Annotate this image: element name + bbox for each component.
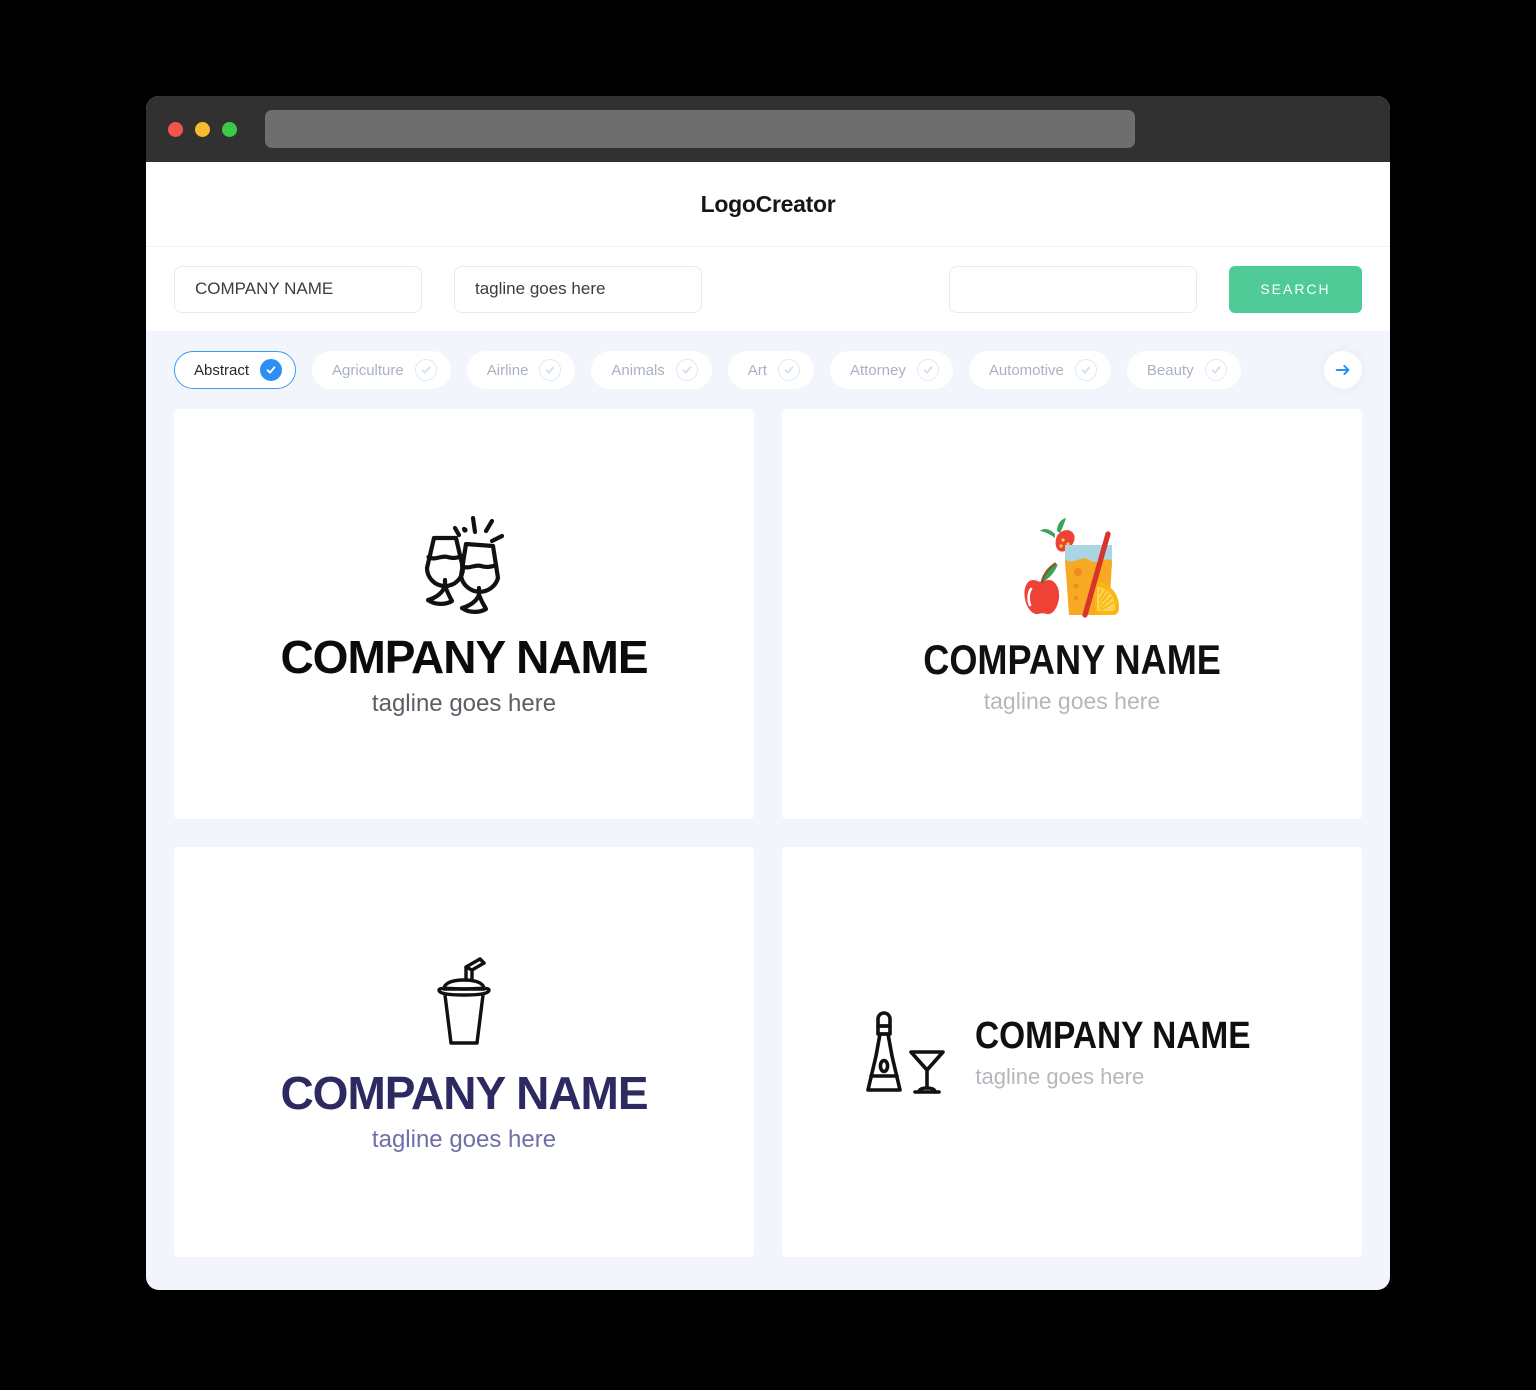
category-chip-label: Agriculture xyxy=(332,361,404,379)
keyword-input[interactable] xyxy=(949,265,1197,313)
logo-card[interactable]: COMPANY NAME tagline goes here xyxy=(174,409,754,819)
category-chip-airline[interactable]: Airline xyxy=(466,351,576,389)
category-chip-agriculture[interactable]: Agriculture xyxy=(312,351,451,389)
next-categories-button[interactable] xyxy=(1324,351,1362,389)
category-chip-art[interactable]: Art xyxy=(727,351,814,389)
category-chip-label: Abstract xyxy=(194,361,250,379)
logo-tagline: tagline goes here xyxy=(975,1063,1145,1089)
check-icon xyxy=(916,359,939,381)
close-window-button[interactable] xyxy=(168,121,183,137)
category-chip-label: Animals xyxy=(611,361,665,379)
category-chip-beauty[interactable]: Beauty xyxy=(1126,351,1241,389)
page-title: LogoCreator xyxy=(700,190,836,217)
minimize-window-button[interactable] xyxy=(195,121,210,137)
logo-tagline: tagline goes here xyxy=(371,690,557,717)
category-filter-row: Abstract Agriculture Airline Animals Art xyxy=(146,331,1390,409)
search-button[interactable]: SEARCH xyxy=(1229,265,1362,313)
category-chip-label: Attorney xyxy=(849,361,906,379)
category-chip-animals[interactable]: Animals xyxy=(591,351,712,389)
takeaway-cup-with-straw-icon xyxy=(280,950,647,1050)
logo-card[interactable]: COMPANY NAME tagline goes here xyxy=(782,847,1362,1257)
check-icon xyxy=(1204,359,1227,381)
company-name-input[interactable]: COMPANY NAME xyxy=(174,265,422,313)
clinking-wine-glasses-icon xyxy=(280,510,647,614)
url-bar[interactable] xyxy=(265,110,1135,148)
logo-company-name: COMPANY NAME xyxy=(280,1067,648,1119)
logo-tagline: tagline goes here xyxy=(371,1126,557,1153)
check-icon xyxy=(1074,359,1097,381)
check-icon xyxy=(414,359,437,381)
category-chip-attorney[interactable]: Attorney xyxy=(829,351,953,389)
check-icon xyxy=(260,359,283,381)
app-header: LogoCreator xyxy=(146,162,1390,246)
category-chip-label: Beauty xyxy=(1146,361,1194,379)
maximize-window-button[interactable] xyxy=(222,121,237,137)
logo-tagline: tagline goes here xyxy=(983,687,1161,714)
logo-company-name: COMPANY NAME xyxy=(280,631,648,683)
category-chip-label: Airline xyxy=(486,361,529,379)
check-icon xyxy=(675,359,698,381)
category-chip-abstract[interactable]: Abstract xyxy=(174,351,297,389)
arrow-right-icon xyxy=(1335,364,1350,376)
logo-company-name: COMPANY NAME xyxy=(975,1014,1251,1057)
traffic-lights xyxy=(168,121,237,137)
check-icon xyxy=(777,359,800,381)
browser-titlebar xyxy=(146,96,1390,162)
fruit-juice-glass-icon xyxy=(899,514,1245,622)
check-icon xyxy=(539,359,562,381)
logo-company-name: COMPANY NAME xyxy=(923,635,1221,683)
logo-card[interactable]: COMPANY NAME tagline goes here xyxy=(174,847,754,1257)
logo-results-grid: COMPANY NAME tagline goes here COMPANY N… xyxy=(146,409,1390,1257)
category-chip-label: Automotive xyxy=(988,361,1064,379)
category-chip-label: Art xyxy=(747,361,767,379)
search-toolbar: COMPANY NAME tagline goes here SEARCH xyxy=(146,246,1390,331)
browser-window: LogoCreator COMPANY NAME tagline goes he… xyxy=(146,96,1390,1290)
logo-card[interactable]: COMPANY NAME tagline goes here xyxy=(782,409,1362,819)
tagline-input[interactable]: tagline goes here xyxy=(454,265,702,313)
champagne-bottle-and-cocktail-glass-icon xyxy=(855,1004,947,1100)
category-chip-automotive[interactable]: Automotive xyxy=(968,351,1111,389)
